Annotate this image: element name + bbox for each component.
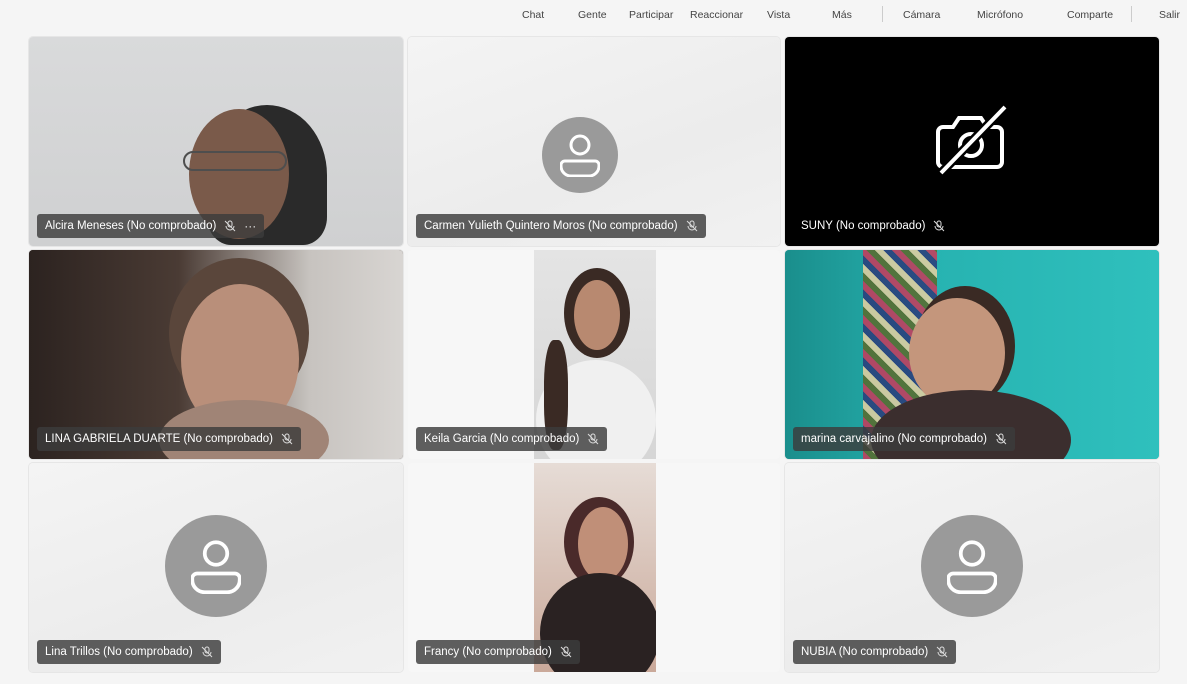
toolbar-divider: [882, 6, 883, 22]
participant-name: marina carvajalino (No comprobado): [801, 433, 987, 445]
participant-tile[interactable]: LINA GABRIELA DUARTE (No comprobado): [29, 250, 403, 459]
share-button[interactable]: Comparte: [1067, 9, 1113, 21]
participant-name: Keila Garcia (No comprobado): [424, 433, 580, 445]
participant-tile[interactable]: Francy (No comprobado): [408, 463, 780, 672]
person-avatar-icon: [921, 515, 1023, 617]
participant-name-label: LINA GABRIELA DUARTE (No comprobado): [37, 427, 301, 451]
participant-name-label: Keila Garcia (No comprobado): [416, 427, 608, 451]
participant-name: Lina Trillos (No comprobado): [45, 646, 193, 658]
mic-muted-icon: [934, 220, 945, 232]
mic-muted-icon: [686, 220, 697, 232]
participant-tile[interactable]: Carmen Yulieth Quintero Moros (No compro…: [408, 37, 780, 246]
participant-tile[interactable]: Lina Trillos (No comprobado): [29, 463, 403, 672]
react-button[interactable]: Reaccionar: [690, 9, 743, 21]
participant-name: Alcira Meneses (No comprobado): [45, 220, 217, 232]
camera-button[interactable]: Cámara: [903, 9, 940, 21]
participant-tile[interactable]: marina carvajalino (No comprobado): [785, 250, 1159, 459]
leave-button[interactable]: Salir: [1159, 9, 1180, 21]
participant-name: LINA GABRIELA DUARTE (No comprobado): [45, 433, 273, 445]
camera-off-icon: [936, 103, 1009, 177]
chat-button[interactable]: Chat: [522, 9, 544, 21]
participant-name: Francy (No comprobado): [424, 646, 552, 658]
participant-tile[interactable]: Keila Garcia (No comprobado): [408, 250, 780, 459]
mic-muted-icon: [281, 433, 293, 445]
mic-muted-icon: [560, 646, 572, 658]
participant-name-label: SUNY (No comprobado): [793, 214, 953, 238]
view-button[interactable]: Vista: [767, 9, 790, 21]
participant-name-label: Francy (No comprobado): [416, 640, 580, 664]
participant-name: NUBIA (No comprobado): [801, 646, 929, 658]
participant-name-label: Alcira Meneses (No comprobado) ···: [37, 214, 265, 238]
microphone-button[interactable]: Micrófono: [977, 9, 1023, 21]
participant-tile[interactable]: SUNY (No comprobado): [785, 37, 1159, 246]
participant-name-label: marina carvajalino (No comprobado): [793, 427, 1015, 451]
participant-name-label: Lina Trillos (No comprobado): [37, 640, 221, 664]
participant-name-label: NUBIA (No comprobado): [793, 640, 957, 664]
participant-name: Carmen Yulieth Quintero Moros (No compro…: [424, 220, 678, 232]
person-avatar-icon: [165, 515, 267, 617]
mic-muted-icon: [995, 433, 1007, 445]
participant-tile[interactable]: NUBIA (No comprobado): [785, 463, 1159, 672]
people-button[interactable]: Gente: [578, 9, 607, 21]
participate-button[interactable]: Participar: [629, 9, 673, 21]
mic-muted-icon: [201, 646, 213, 658]
mic-muted-icon: [224, 220, 236, 232]
toolbar-divider: [1131, 6, 1132, 22]
mic-muted-icon: [936, 646, 948, 658]
mic-muted-icon: [587, 433, 599, 445]
participant-name: SUNY (No comprobado): [801, 220, 926, 232]
more-options-icon[interactable]: ···: [244, 219, 256, 233]
participant-name-label: Carmen Yulieth Quintero Moros (No compro…: [416, 214, 706, 238]
more-button[interactable]: Más: [832, 9, 852, 21]
meeting-toolbar: Chat Gente Participar Reaccionar Vista M…: [0, 0, 1187, 34]
person-avatar-icon: [542, 117, 618, 193]
participant-tile[interactable]: Alcira Meneses (No comprobado) ···: [29, 37, 403, 246]
